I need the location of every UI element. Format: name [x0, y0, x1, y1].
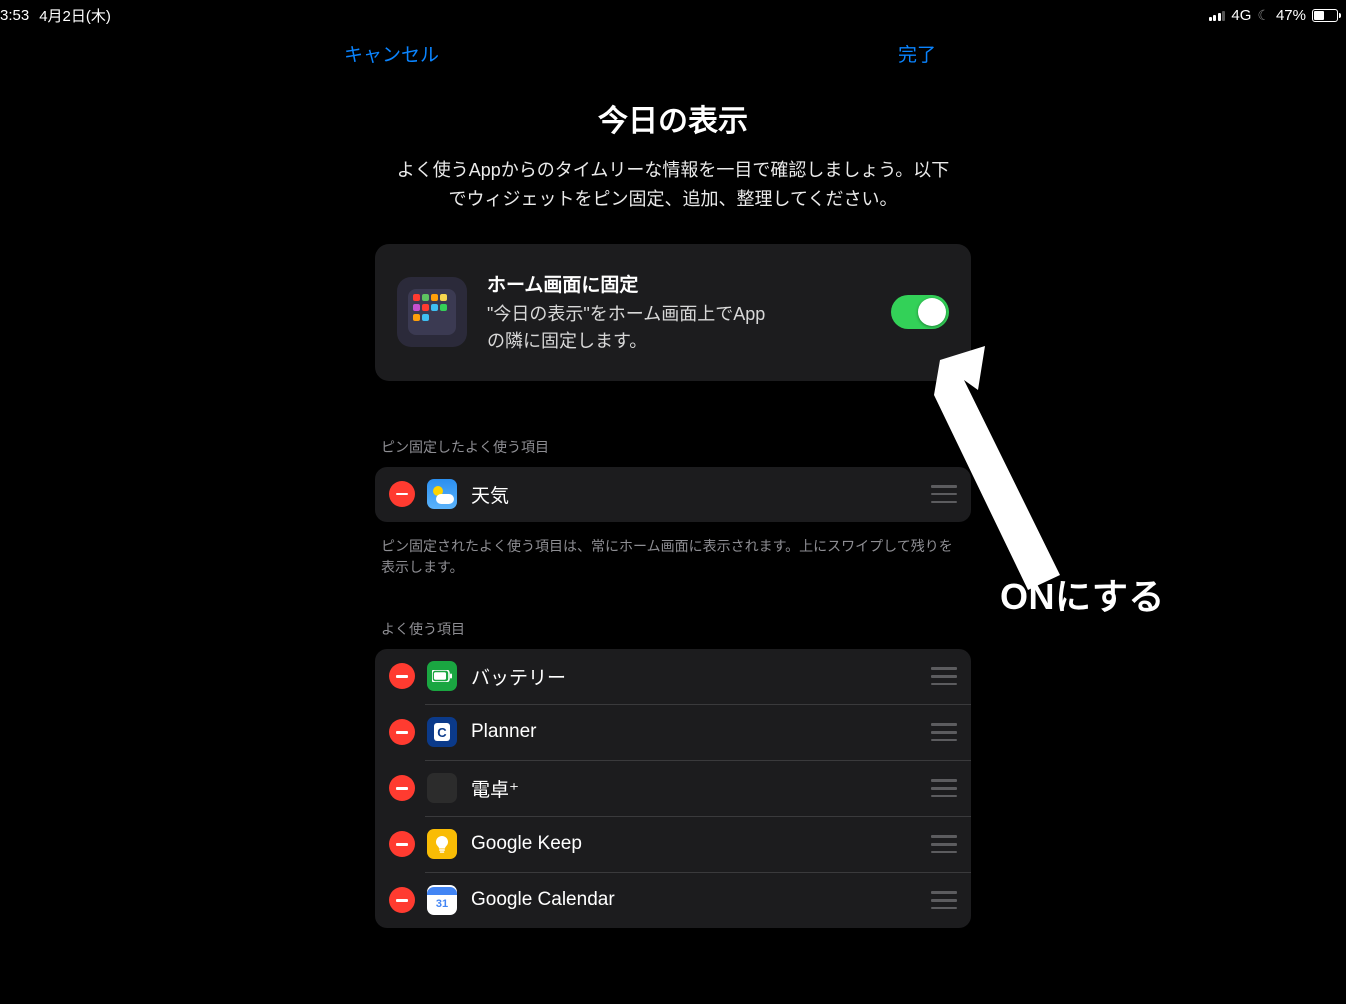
network-label: 4G	[1231, 7, 1251, 24]
cellular-signal-icon	[1209, 9, 1226, 21]
list-item[interactable]: 31 Google Calendar	[375, 873, 971, 928]
list-item-label: Google Calendar	[471, 889, 931, 911]
pinned-section-footer: ピン固定されたよく使う項目は、常にホーム画面に表示されます。上にスワイプして残り…	[375, 536, 971, 579]
remove-button[interactable]	[389, 719, 415, 745]
remove-button[interactable]	[389, 775, 415, 801]
pin-to-home-card: ホーム画面に固定 "今日の表示"をホーム画面上でApp の隣に固定します。	[375, 244, 971, 381]
list-item[interactable]: 天気	[375, 467, 971, 522]
cancel-button[interactable]: キャンセル	[344, 40, 439, 67]
list-item[interactable]: Google Keep	[375, 817, 971, 872]
remove-button[interactable]	[389, 831, 415, 857]
list-item-label: バッテリー	[471, 663, 931, 690]
reorder-handle-icon[interactable]	[931, 667, 957, 685]
remove-button[interactable]	[389, 481, 415, 507]
status-date: 4月2日(木)	[39, 5, 111, 26]
status-time: 3:53	[0, 7, 29, 24]
google-calendar-app-icon: 31	[427, 885, 457, 915]
reorder-handle-icon[interactable]	[931, 485, 957, 503]
reorder-handle-icon[interactable]	[931, 891, 957, 909]
pinned-section-header: ピン固定したよく使う項目	[375, 437, 971, 457]
list-item-label: Planner	[471, 721, 931, 743]
weather-icon	[427, 479, 457, 509]
page-title: 今日の表示	[598, 96, 748, 140]
battery-icon	[1312, 9, 1338, 22]
remove-button[interactable]	[389, 663, 415, 689]
pin-card-desc: "今日の表示"をホーム画面上でApp の隣に固定します。	[487, 301, 871, 355]
list-item-label: Google Keep	[471, 833, 931, 855]
pinned-list: 天気	[375, 467, 971, 522]
planner-app-icon: C	[427, 717, 457, 747]
pin-to-home-toggle[interactable]	[891, 295, 949, 329]
modal-header: キャンセル 完了	[0, 28, 1346, 78]
battery-percent: 47%	[1276, 7, 1306, 24]
calculator-app-icon	[427, 773, 457, 803]
list-item[interactable]: バッテリー	[375, 649, 971, 704]
widgets-icon	[397, 277, 467, 347]
page-subtitle: よく使うAppからのタイムリーな情報を一目で確認しましょう。以下でウィジェットを…	[393, 156, 953, 214]
list-item[interactable]: C Planner	[375, 705, 971, 760]
list-item-label: 天気	[471, 481, 931, 508]
google-keep-app-icon	[427, 829, 457, 859]
list-item-label: 電卓⁺	[471, 775, 931, 802]
done-button[interactable]: 完了	[898, 40, 936, 67]
reorder-handle-icon[interactable]	[931, 723, 957, 741]
reorder-handle-icon[interactable]	[931, 779, 957, 797]
do-not-disturb-icon: ☾	[1257, 7, 1270, 24]
status-bar: 3:53 4月2日(木) 4G ☾ 47%	[0, 0, 1346, 28]
battery-app-icon	[427, 661, 457, 691]
annotation-label: ONにする	[1000, 568, 1165, 620]
pin-card-title: ホーム画面に固定	[487, 270, 871, 297]
list-item[interactable]: 電卓⁺	[375, 761, 971, 816]
reorder-handle-icon[interactable]	[931, 835, 957, 853]
remove-button[interactable]	[389, 887, 415, 913]
favorites-list: バッテリー C Planner 電卓⁺ Google Keep	[375, 649, 971, 928]
favorites-section-header: よく使う項目	[375, 619, 971, 639]
